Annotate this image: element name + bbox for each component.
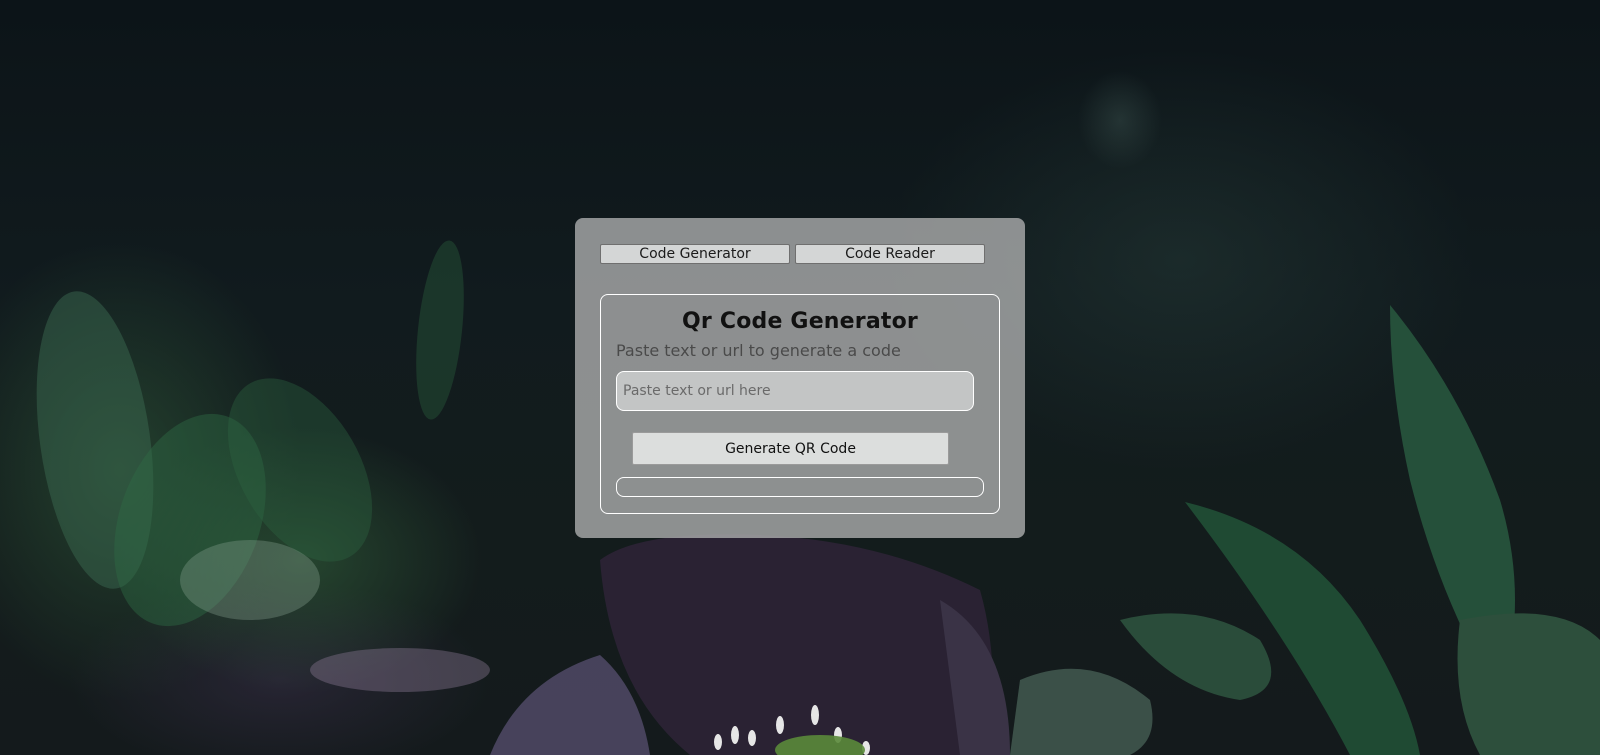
mode-tabs: Code Generator Code Reader	[600, 244, 985, 264]
tab-code-reader[interactable]: Code Reader	[795, 244, 985, 264]
tab-code-generator[interactable]: Code Generator	[600, 244, 790, 264]
instruction-text: Paste text or url to generate a code	[616, 341, 901, 360]
generator-card: Qr Code Generator Paste text or url to g…	[600, 294, 1000, 514]
qr-app-panel: Code Generator Code Reader Qr Code Gener…	[575, 218, 1025, 538]
text-url-input[interactable]	[616, 371, 974, 411]
generate-qr-button[interactable]: Generate QR Code	[632, 432, 949, 465]
page-title: Qr Code Generator	[682, 309, 918, 334]
qr-code-output	[616, 477, 984, 497]
